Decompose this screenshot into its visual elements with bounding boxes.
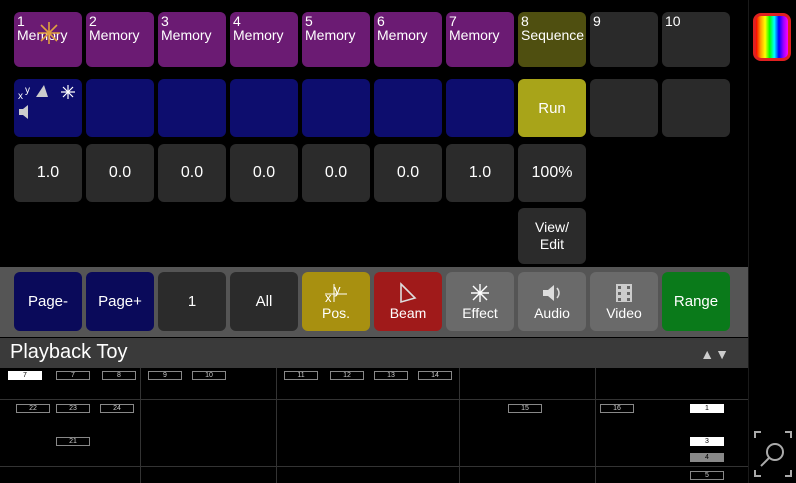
range-button[interactable]: Range bbox=[662, 272, 730, 331]
toy-tag[interactable]: 7 bbox=[56, 371, 90, 380]
playback-3-attributes[interactable] bbox=[158, 79, 226, 137]
divider bbox=[0, 399, 748, 400]
playback-5-attributes[interactable] bbox=[302, 79, 370, 137]
audio-button[interactable]: Audio bbox=[518, 272, 586, 331]
playback-1-attributes[interactable]: x y bbox=[14, 79, 82, 137]
toy-tag[interactable]: 23 bbox=[56, 404, 90, 413]
toy-tag[interactable]: 24 bbox=[100, 404, 134, 413]
attribute-icons: x y bbox=[18, 85, 75, 119]
toy-tag[interactable]: 3 bbox=[690, 437, 724, 446]
playback-toy-area: 7 7 8 9 10 11 12 13 14 22 23 24 15 16 1 … bbox=[0, 368, 748, 483]
playback-1[interactable]: 1 Memory bbox=[14, 12, 82, 67]
color-palette-icon[interactable] bbox=[753, 13, 791, 61]
playback-4-attributes[interactable] bbox=[230, 79, 298, 137]
run-button[interactable]: Run bbox=[518, 79, 586, 137]
playback-2[interactable]: 2 Memory bbox=[86, 12, 154, 67]
page-plus-button[interactable]: Page+ bbox=[86, 272, 154, 331]
svg-text:x: x bbox=[325, 290, 332, 304]
playback-6[interactable]: 6 Memory bbox=[374, 12, 442, 67]
playback-panel: 1 Memory 2 Memory 3 Memory 4 Memory 5 Me… bbox=[0, 0, 748, 483]
svg-text:y: y bbox=[334, 282, 341, 297]
sparkle-icon bbox=[38, 22, 60, 44]
playback-3[interactable]: 3 Memory bbox=[158, 12, 226, 67]
playback-6-attributes[interactable] bbox=[374, 79, 442, 137]
level-5[interactable]: 0.0 bbox=[302, 144, 370, 202]
level-7[interactable]: 1.0 bbox=[446, 144, 514, 202]
playback-7-attributes[interactable] bbox=[446, 79, 514, 137]
level-4[interactable]: 0.0 bbox=[230, 144, 298, 202]
effect-button[interactable]: Effect bbox=[446, 272, 514, 331]
svg-text:y: y bbox=[25, 85, 30, 96]
toy-tag[interactable]: 1 bbox=[690, 404, 724, 413]
zoom-icon[interactable] bbox=[753, 430, 793, 478]
beam-icon bbox=[400, 282, 417, 304]
toy-tag[interactable]: 10 bbox=[192, 371, 226, 380]
position-icon: x y bbox=[325, 282, 347, 304]
level-1[interactable]: 1.0 bbox=[14, 144, 82, 202]
toy-tag[interactable]: 4 bbox=[690, 453, 724, 462]
playback-8[interactable]: 8 Sequence bbox=[518, 12, 586, 67]
toy-tag[interactable]: 21 bbox=[56, 437, 90, 446]
toy-tag[interactable]: 13 bbox=[374, 371, 408, 380]
toy-tag[interactable]: 8 bbox=[102, 371, 136, 380]
playback-5[interactable]: 5 Memory bbox=[302, 12, 370, 67]
playback-7[interactable]: 7 Memory bbox=[446, 12, 514, 67]
playback-2-attributes[interactable] bbox=[86, 79, 154, 137]
toy-tag[interactable]: 16 bbox=[600, 404, 634, 413]
video-button[interactable]: Video bbox=[590, 272, 658, 331]
page-minus-button[interactable]: Page- bbox=[14, 272, 82, 331]
toy-tag[interactable]: 7 bbox=[8, 371, 42, 380]
playback-9-attributes[interactable] bbox=[590, 79, 658, 137]
svg-text:x: x bbox=[18, 91, 23, 102]
level-2[interactable]: 0.0 bbox=[86, 144, 154, 202]
all-button[interactable]: All bbox=[230, 272, 298, 331]
effect-icon bbox=[471, 284, 489, 302]
level-3[interactable]: 0.0 bbox=[158, 144, 226, 202]
view-edit-button[interactable]: View/ Edit bbox=[518, 208, 586, 264]
playback-10-attributes[interactable] bbox=[662, 79, 730, 137]
divider bbox=[0, 466, 748, 467]
toy-tag[interactable]: 12 bbox=[330, 371, 364, 380]
scroll-arrows-icon[interactable]: ▲▼ bbox=[700, 346, 730, 362]
playback-toy-title: Playback Toy bbox=[10, 341, 128, 363]
toy-tag[interactable]: 22 bbox=[16, 404, 50, 413]
film-icon bbox=[616, 284, 632, 302]
playback-toy-header: Playback Toy ▲▼ bbox=[0, 338, 748, 368]
level-8[interactable]: 100% bbox=[518, 144, 586, 202]
speaker-icon bbox=[543, 285, 560, 301]
toy-tag[interactable]: 9 bbox=[148, 371, 182, 380]
toy-tag[interactable]: 14 bbox=[418, 371, 452, 380]
playback-9[interactable]: 9 bbox=[590, 12, 658, 67]
toy-tag[interactable]: 15 bbox=[508, 404, 542, 413]
toy-tag[interactable]: 11 bbox=[284, 371, 318, 380]
page-number-button[interactable]: 1 bbox=[158, 272, 226, 331]
playback-10[interactable]: 10 bbox=[662, 12, 730, 67]
right-sidebar bbox=[748, 0, 796, 483]
beam-button[interactable]: Beam bbox=[374, 272, 442, 331]
toolbar: Page- Page+ 1 All x y Pos. Beam Effect A… bbox=[0, 267, 748, 337]
playback-4[interactable]: 4 Memory bbox=[230, 12, 298, 67]
level-6[interactable]: 0.0 bbox=[374, 144, 442, 202]
toy-tag[interactable]: 5 bbox=[690, 471, 724, 480]
pos-button[interactable]: x y Pos. bbox=[302, 272, 370, 331]
